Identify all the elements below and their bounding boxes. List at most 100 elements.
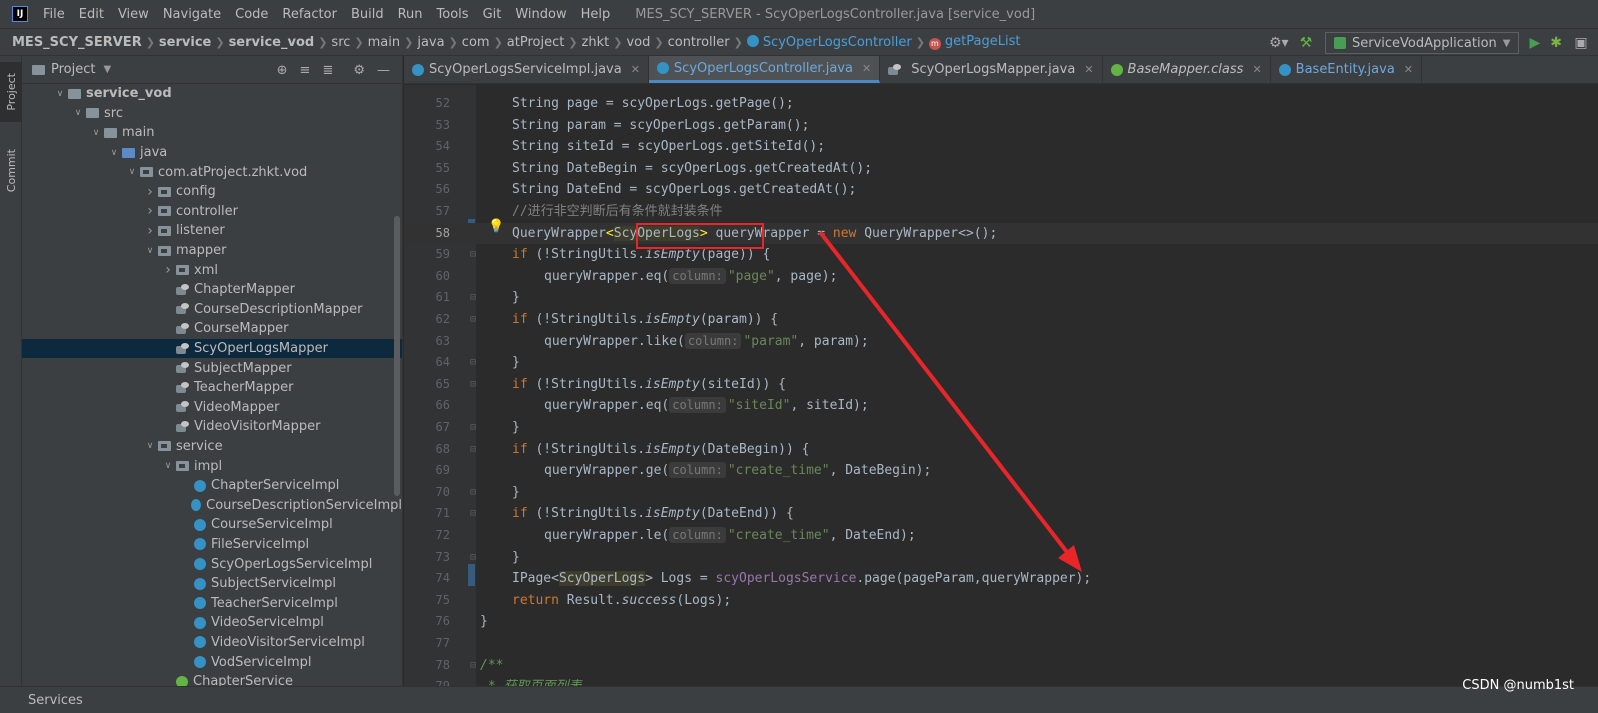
menu-item-edit[interactable]: Edit [72,7,111,22]
menu-item-window[interactable]: Window [508,7,573,22]
tree-item[interactable]: ChapterMapper [22,280,402,300]
close-icon[interactable]: ✕ [1252,63,1261,76]
chevron-down-icon[interactable]: ∨ [52,89,68,99]
tree-item[interactable]: ∨ service [22,437,402,457]
services-tool-tab[interactable]: Services [28,693,83,708]
tree-item[interactable]: VideoVisitorMapper [22,417,402,437]
tree-item[interactable]: ∨ main [22,123,402,143]
tree-item[interactable]: › config [22,182,402,202]
breadcrumb-item[interactable]: m getPageList [928,34,1020,50]
breadcrumb-item[interactable]: java [417,35,444,50]
menu-item-refactor[interactable]: Refactor [275,7,344,22]
fold-icon[interactable]: ⊟ [470,482,476,504]
editor-tab[interactable]: BaseMapper.class ✕ [1103,56,1271,83]
chevron-right-icon[interactable]: › [160,262,176,278]
tree-item[interactable]: VideoVisitorServiceImpl [22,633,402,653]
close-icon[interactable]: ✕ [862,62,871,75]
fold-icon[interactable]: ⊟ [470,417,476,439]
fold-icon[interactable]: ⊟ [470,547,476,569]
locate-icon[interactable]: ⊕ [277,63,288,78]
run-icon[interactable]: ▶ [1529,35,1540,51]
menu-item-help[interactable]: Help [574,7,618,22]
chevron-right-icon[interactable]: › [142,203,158,219]
expand-all-icon[interactable]: ≡ [300,63,311,78]
breadcrumb-item[interactable]: service_vod [229,35,315,50]
tree-item[interactable]: ∨ com.atProject.zhkt.vod [22,162,402,182]
menu-item-build[interactable]: Build [344,7,391,22]
chevron-down-icon[interactable]: ∨ [142,441,158,451]
tree-item[interactable]: ScyOperLogsMapper [22,338,402,359]
menu-item-tools[interactable]: Tools [430,7,476,22]
chevron-down-icon[interactable]: ∨ [70,108,86,118]
tree-item[interactable]: CourseDescriptionMapper [22,300,402,320]
tree-item[interactable]: TeacherMapper [22,378,402,398]
build-hammer-icon[interactable]: ⚒ [1297,35,1315,51]
tree-item[interactable]: ∨ service_vod [22,84,402,104]
menu-item-code[interactable]: Code [228,7,275,22]
breadcrumb-item[interactable]: service [159,35,211,50]
menu-item-run[interactable]: Run [391,7,430,22]
debug-icon[interactable]: ✱ [1550,35,1562,51]
chevron-down-icon[interactable]: ∨ [88,128,104,138]
tree-item[interactable]: ∨ src [22,104,402,124]
project-tool-tab[interactable]: Project [0,62,22,122]
menu-item-navigate[interactable]: Navigate [156,7,228,22]
tree-item[interactable]: VideoMapper [22,398,402,418]
chevron-right-icon[interactable]: › [142,223,158,239]
fold-icon[interactable]: ⊟ [470,374,476,396]
breadcrumb-item[interactable]: src [331,35,350,50]
tree-item[interactable]: › controller [22,202,402,222]
editor-tab[interactable]: BaseEntity.java ✕ [1271,56,1422,83]
tree-item[interactable]: ∨ impl [22,456,402,476]
tree-scrollbar[interactable] [394,216,400,496]
tree-item[interactable]: FileServiceImpl [22,535,402,555]
breadcrumb-item[interactable]: vod [626,35,650,50]
project-panel-title[interactable]: Project [51,62,95,77]
tree-item[interactable]: ∨ java [22,143,402,163]
editor-tab[interactable]: ScyOperLogsServiceImpl.java ✕ [404,56,649,83]
user-icon[interactable]: ⚙▾ [1269,35,1289,51]
tree-item[interactable]: ChapterServiceImpl [22,476,402,496]
breadcrumb-item[interactable]: main [368,35,400,50]
tree-item[interactable]: VideoServiceImpl [22,613,402,633]
fold-icon[interactable]: ⊟ [470,655,476,677]
breadcrumb-item[interactable]: atProject [507,35,565,50]
editor-tab[interactable]: ScyOperLogsController.java ✕ [648,56,881,83]
tree-item[interactable]: CourseMapper [22,319,402,339]
fold-icon[interactable]: ⊟ [470,439,476,461]
tree-item[interactable]: VodServiceImpl [22,652,402,672]
chevron-down-icon[interactable]: ∨ [160,461,176,471]
breadcrumb-item[interactable]: MES_SCY_SERVER [12,35,142,50]
minimize-icon[interactable]: — [377,63,390,78]
breadcrumb-item[interactable]: zhkt [582,35,610,50]
menu-item-git[interactable]: Git [476,7,509,22]
close-icon[interactable]: ✕ [1404,63,1413,76]
commit-tool-tab[interactable]: Commit [0,136,22,206]
fold-icon[interactable]: ⊟ [470,244,476,266]
tree-item[interactable]: SubjectMapper [22,358,402,378]
fold-icon[interactable]: ⊟ [470,503,476,525]
breadcrumb-item[interactable]: ScyOperLogsController [746,34,912,50]
tree-item[interactable]: ChapterService [22,672,402,686]
breadcrumb-item[interactable]: com [462,35,490,50]
menu-item-view[interactable]: View [111,7,156,22]
tree-item[interactable]: CourseServiceImpl [22,515,402,535]
gear-icon[interactable]: ⚙ [353,63,365,78]
code-editor[interactable]: 52 String page = scyOperLogs.getPage(); 53… [404,85,1598,686]
lightbulb-icon[interactable]: 💡 [488,219,504,234]
chevron-right-icon[interactable]: › [142,184,158,200]
tree-item[interactable]: CourseDescriptionServiceImpl [22,495,402,515]
fold-icon[interactable]: ⊟ [470,352,476,374]
close-icon[interactable]: ✕ [631,63,640,76]
run-configuration-select[interactable]: ServiceVodApplication ▼ [1325,32,1520,54]
close-icon[interactable]: ✕ [1084,63,1093,76]
collapse-all-icon[interactable]: ≣ [322,63,333,78]
chevron-down-icon[interactable]: ▼ [103,64,111,75]
tree-item[interactable]: ∨ mapper [22,241,402,261]
breadcrumb-item[interactable]: controller [668,35,730,50]
tree-item[interactable]: › listener [22,221,402,241]
fold-icon[interactable]: ⊟ [470,309,476,331]
menu-item-file[interactable]: File [36,7,72,22]
tree-item[interactable]: › xml [22,260,402,280]
chevron-down-icon[interactable]: ∨ [142,246,158,256]
